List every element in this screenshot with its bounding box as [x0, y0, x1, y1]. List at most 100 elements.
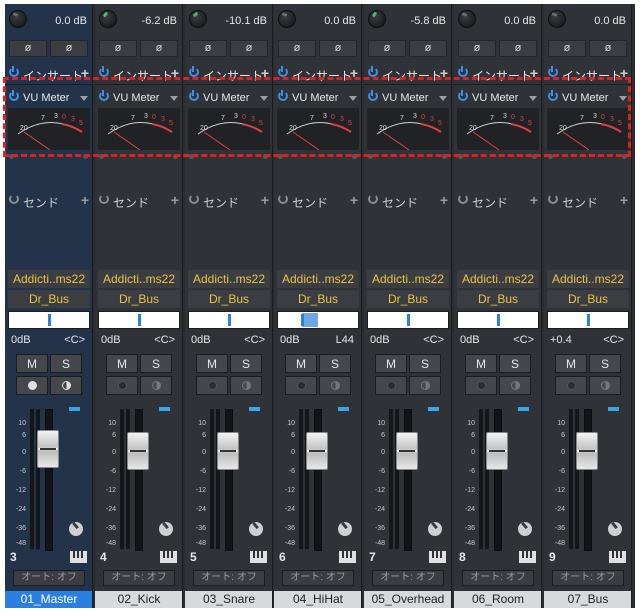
pan-slider[interactable] [8, 311, 90, 329]
automation-button[interactable]: オート: オフ [13, 570, 85, 586]
sends-header[interactable]: センド + [364, 190, 451, 212]
automation-button[interactable]: オート: オフ [193, 570, 265, 586]
power-icon[interactable] [189, 90, 199, 101]
phase-invert-button-left[interactable]: ø [9, 40, 47, 57]
dropdown-arrow-icon[interactable] [260, 96, 268, 101]
trim-knob[interactable] [338, 522, 352, 536]
inserts-header[interactable]: インサート + [185, 64, 272, 85]
phase-invert-button-right[interactable]: ø [319, 40, 357, 57]
pan-slider[interactable] [277, 311, 359, 329]
plugin-name[interactable]: Addicti..ms22 [457, 270, 539, 288]
plugin-name[interactable]: Addicti..ms22 [98, 270, 180, 288]
input-gain-knob[interactable] [278, 10, 296, 28]
plugin-name[interactable]: Addicti..ms22 [547, 270, 629, 288]
mute-button[interactable]: M [16, 354, 48, 373]
send-power-icon[interactable] [189, 194, 199, 204]
pan-slider[interactable] [367, 311, 449, 329]
insert-slot-vu-meter[interactable]: VU Meter [274, 88, 361, 108]
insert-slot-vu-meter[interactable]: VU Meter [454, 88, 541, 108]
trim-knob[interactable] [518, 522, 532, 536]
monitor-button[interactable] [140, 376, 172, 395]
add-insert-icon[interactable]: + [171, 65, 179, 81]
sends-header[interactable]: センド + [185, 190, 272, 212]
dropdown-arrow-icon[interactable] [170, 96, 178, 101]
monitor-button[interactable] [230, 376, 262, 395]
volume-fader[interactable] [576, 432, 598, 470]
add-insert-icon[interactable]: + [530, 65, 538, 81]
phase-invert-button-left[interactable]: ø [278, 40, 316, 57]
keyboard-icon[interactable] [609, 551, 626, 563]
dropdown-arrow-icon[interactable] [80, 96, 88, 101]
output-bus[interactable]: Dr_Bus [188, 290, 270, 308]
keyboard-icon[interactable] [160, 551, 177, 563]
record-button[interactable] [285, 376, 317, 395]
automation-button[interactable]: オート: オフ [103, 570, 175, 586]
inserts-header[interactable]: インサート + [454, 64, 541, 85]
plugin-name[interactable]: Addicti..ms22 [8, 270, 90, 288]
inserts-header[interactable]: インサート + [95, 64, 182, 85]
monitor-button[interactable] [319, 376, 351, 395]
power-icon[interactable] [548, 66, 558, 77]
monitor-button[interactable] [50, 376, 82, 395]
add-insert-icon[interactable]: + [261, 65, 269, 81]
phase-invert-button-left[interactable]: ø [368, 40, 406, 57]
add-send-icon[interactable]: + [620, 192, 628, 208]
volume-fader[interactable] [486, 432, 508, 470]
keyboard-icon[interactable] [70, 551, 87, 563]
solo-button[interactable]: S [589, 354, 621, 373]
sends-header[interactable]: センド + [544, 190, 631, 212]
mute-button[interactable]: M [465, 354, 497, 373]
automation-button[interactable]: オート: オフ [372, 570, 444, 586]
pan-slider[interactable] [188, 311, 270, 329]
output-bus[interactable]: Dr_Bus [457, 290, 539, 308]
record-button[interactable] [465, 376, 497, 395]
phase-invert-button-right[interactable]: ø [50, 40, 88, 57]
solo-button[interactable]: S [319, 354, 351, 373]
dropdown-arrow-icon[interactable] [439, 96, 447, 101]
insert-slot-vu-meter[interactable]: VU Meter [364, 88, 451, 108]
sends-header[interactable]: センド + [5, 190, 92, 212]
trim-knob[interactable] [159, 522, 173, 536]
volume-fader[interactable] [127, 432, 149, 470]
input-gain-knob[interactable] [368, 10, 386, 28]
record-button[interactable] [196, 376, 228, 395]
channel-name[interactable]: 02_Kick [95, 591, 182, 608]
phase-invert-button-left[interactable]: ø [99, 40, 137, 57]
record-button[interactable] [555, 376, 587, 395]
trim-knob[interactable] [428, 522, 442, 536]
solo-button[interactable]: S [140, 354, 172, 373]
phase-invert-button-left[interactable]: ø [458, 40, 496, 57]
add-send-icon[interactable]: + [81, 192, 89, 208]
power-icon[interactable] [99, 90, 109, 101]
add-send-icon[interactable]: + [350, 192, 358, 208]
volume-fader[interactable] [217, 432, 239, 470]
power-icon[interactable] [548, 90, 558, 101]
insert-slot-vu-meter[interactable]: VU Meter [95, 88, 182, 108]
dropdown-arrow-icon[interactable] [619, 96, 627, 101]
inserts-header[interactable]: インサート + [544, 64, 631, 85]
plugin-name[interactable]: Addicti..ms22 [277, 270, 359, 288]
power-icon[interactable] [368, 66, 378, 77]
plugin-name[interactable]: Addicti..ms22 [367, 270, 449, 288]
automation-button[interactable]: オート: オフ [552, 570, 624, 586]
power-icon[interactable] [9, 90, 19, 101]
output-bus[interactable]: Dr_Bus [98, 290, 180, 308]
phase-invert-button-right[interactable]: ø [140, 40, 178, 57]
add-send-icon[interactable]: + [261, 192, 269, 208]
monitor-button[interactable] [409, 376, 441, 395]
add-insert-icon[interactable]: + [350, 65, 358, 81]
power-icon[interactable] [278, 90, 288, 101]
pan-slider[interactable] [98, 311, 180, 329]
output-bus[interactable]: Dr_Bus [277, 290, 359, 308]
monitor-button[interactable] [499, 376, 531, 395]
volume-fader[interactable] [396, 432, 418, 470]
power-icon[interactable] [99, 66, 109, 77]
add-send-icon[interactable]: + [530, 192, 538, 208]
phase-invert-button-right[interactable]: ø [499, 40, 537, 57]
phase-invert-button-right[interactable]: ø [230, 40, 268, 57]
trim-knob[interactable] [608, 522, 622, 536]
solo-button[interactable]: S [499, 354, 531, 373]
automation-button[interactable]: オート: オフ [462, 570, 534, 586]
insert-slot-vu-meter[interactable]: VU Meter [185, 88, 272, 108]
channel-name[interactable]: 07_Bus [544, 591, 631, 608]
